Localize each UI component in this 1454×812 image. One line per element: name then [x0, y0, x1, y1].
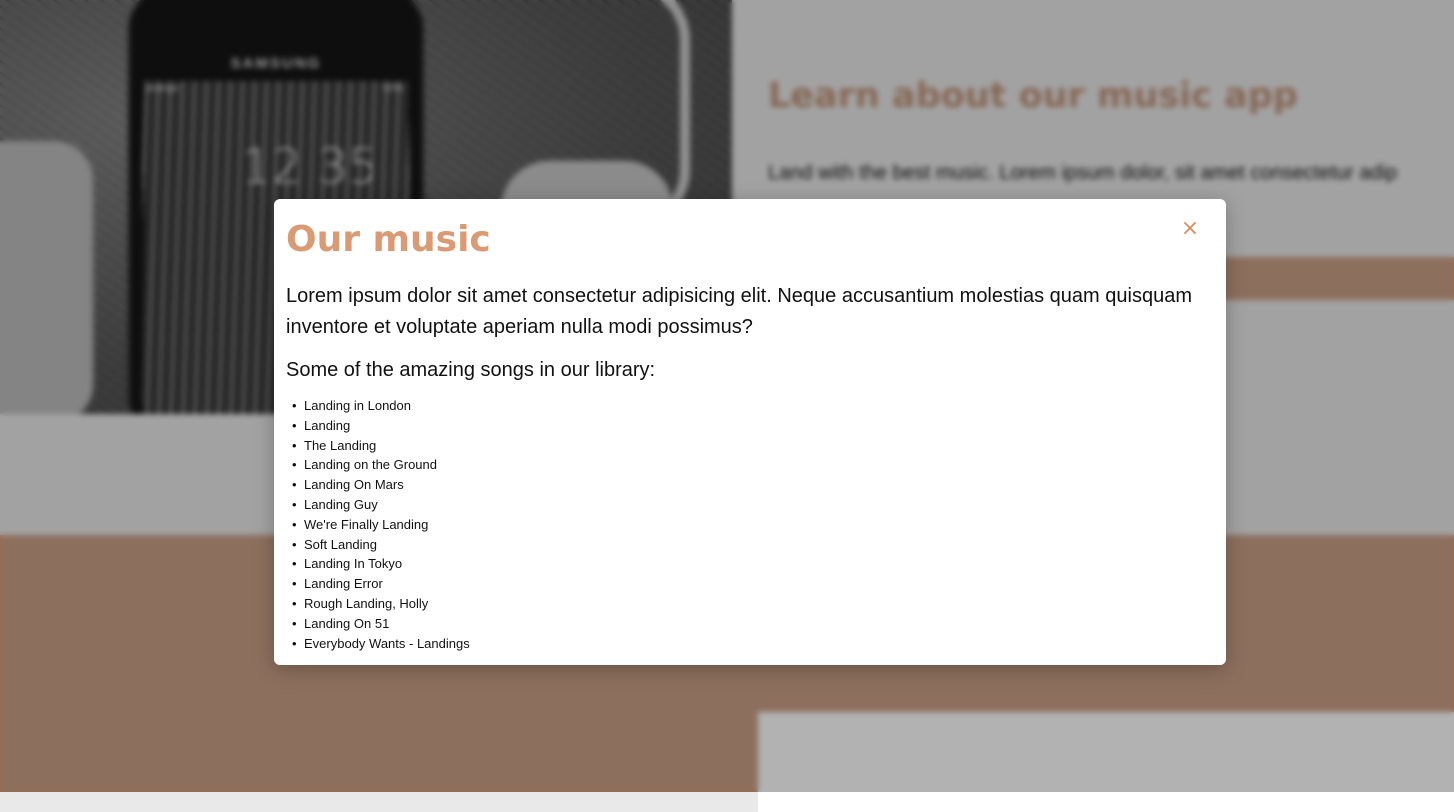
list-item: Landing In Tokyo	[292, 554, 1214, 574]
song-list: Landing in London Landing The Landing La…	[286, 396, 1214, 653]
list-item: The Landing	[292, 436, 1214, 456]
close-icon[interactable]: ×	[1178, 217, 1202, 241]
music-modal: Our music × Lorem ipsum dolor sit amet c…	[274, 199, 1226, 665]
modal-title: Our music	[286, 219, 491, 260]
list-item: Rough Landing, Holly	[292, 594, 1214, 614]
modal-lead-text: Some of the amazing songs in our library…	[286, 359, 656, 381]
modal-body-text: Lorem ipsum dolor sit amet consectetur a…	[286, 285, 1192, 338]
list-item: Landing Error	[292, 574, 1214, 594]
list-item: Everybody Wants - Landings	[292, 634, 1214, 654]
list-item: Landing On Mars	[292, 475, 1214, 495]
list-item: Soft Landing	[292, 535, 1214, 555]
list-item: We're Finally Landing	[292, 515, 1214, 535]
list-item: Landing on the Ground	[292, 455, 1214, 475]
list-item: Landing in London	[292, 396, 1214, 416]
list-item: Landing On 51	[292, 614, 1214, 634]
list-item: Landing Guy	[292, 495, 1214, 515]
list-item: Landing	[292, 416, 1214, 436]
